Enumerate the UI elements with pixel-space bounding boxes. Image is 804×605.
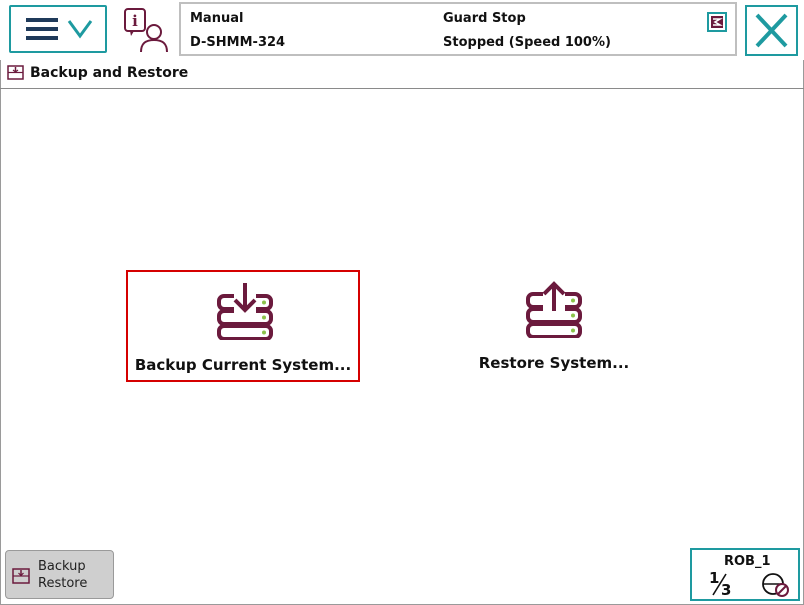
backup-label: Backup Current System... [134,356,352,374]
run-state: Stopped (Speed 100%) [443,35,611,50]
info-person-icon: i [124,8,168,53]
taskbar-label-line2: Restore [38,576,88,591]
restore-label: Restore System... [478,354,630,372]
svg-text:i: i [132,12,138,30]
close-button[interactable] [745,5,798,56]
close-icon [755,13,788,48]
server-upload-icon [526,281,582,338]
fraction-denominator: 3 [721,581,731,597]
chevron-down-icon [67,20,93,39]
main-menu-button[interactable] [9,5,107,53]
operating-mode: Manual [190,11,244,26]
restore-system-button[interactable]: Restore System... [437,270,671,382]
backup-current-system-button[interactable]: Backup Current System... [126,270,360,382]
speed-fraction-icon: 1 3 [709,569,731,597]
backup-restore-taskbar-icon [12,568,30,584]
taskbar-backup-restore-button[interactable]: Backup Restore [5,550,114,599]
status-panel[interactable]: Manual D-SHMM-324 Guard Stop Stopped (Sp… [179,2,737,56]
page-title: Backup and Restore [30,65,189,81]
backup-restore-small-icon [7,65,24,80]
hamburger-icon [26,18,93,40]
window-title-bar: Backup and Restore [0,60,804,89]
event-log-button[interactable]: i [122,6,172,54]
taskbar-label-line1: Backup [38,559,86,574]
robot-stop-icon [762,573,789,597]
quickset-robot-button[interactable]: ROB_1 1 3 [690,548,800,601]
taskbar-label: Backup Restore [38,558,87,592]
server-download-icon [217,283,273,340]
program-status-icon [707,12,727,32]
top-bar: i Manual D-SHMM-324 Guard Stop Stopped (… [0,0,804,60]
robot-name: ROB_1 [724,554,771,569]
fraction-numerator: 1 [709,569,719,587]
window-frame [0,0,804,605]
system-name: D-SHMM-324 [190,35,286,50]
safety-state: Guard Stop [443,11,526,26]
